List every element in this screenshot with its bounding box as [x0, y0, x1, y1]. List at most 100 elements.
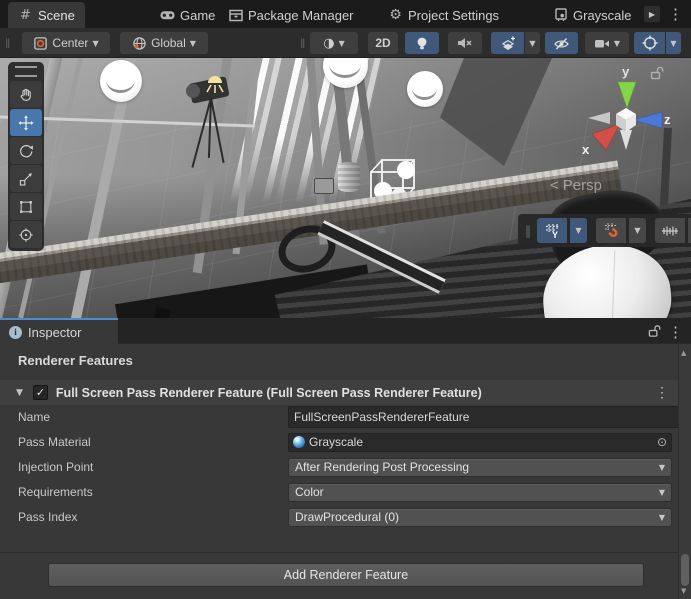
scroll-up-icon[interactable]: ▲ — [681, 349, 686, 357]
snap-to-grid-button[interactable] — [596, 218, 626, 243]
tools-overlay — [8, 62, 44, 251]
scene-view[interactable]: y z x < Persp ‖ Y ▼ ▼ — [0, 58, 691, 318]
requirements-row: Requirements Color ▼ — [0, 481, 691, 503]
injection-point-dropdown[interactable]: After Rendering Post Processing ▼ — [288, 458, 672, 477]
tab-scene-label: Scene — [38, 8, 75, 23]
grid-visibility-dropdown[interactable]: ▼ — [570, 218, 587, 243]
snap-increment-button[interactable] — [655, 218, 685, 243]
gizmos-dropdown[interactable]: ▼ — [666, 32, 681, 54]
chevron-down-icon: ▼ — [670, 39, 676, 48]
light-gizmo-icon — [202, 70, 228, 100]
inspector-scrollbar[interactable]: ▲ ▼ — [678, 344, 691, 599]
2d-toggle-button[interactable]: 2D — [368, 32, 398, 54]
scene-can-object[interactable] — [338, 162, 360, 192]
scale-tool-button[interactable] — [10, 165, 42, 192]
tab-grayscale-label: Grayscale — [573, 8, 632, 23]
view-lock-icon[interactable] — [650, 66, 664, 80]
scene-audio-toggle[interactable] — [448, 32, 482, 54]
tab-package-manager-label: Package Manager — [248, 8, 354, 23]
gizmo-x-label: x — [582, 142, 590, 157]
scroll-down-icon[interactable]: ▼ — [681, 587, 686, 595]
scene-effects-dropdown[interactable]: ▼ — [525, 32, 540, 54]
requirements-value: Color — [295, 485, 324, 499]
feature-enabled-checkbox[interactable]: ✓ — [33, 385, 48, 400]
perspective-toggle[interactable]: < Persp — [550, 177, 602, 194]
inspector-tab-label: Inspector — [28, 325, 81, 340]
add-renderer-feature-button[interactable]: Add Renderer Feature — [48, 563, 644, 587]
chevron-down-icon: ▼ — [634, 226, 640, 235]
tab-game-label: Game — [180, 8, 215, 23]
tab-overflow-button[interactable]: ▶ — [644, 6, 660, 22]
effects-icon — [500, 36, 516, 51]
tab-scene[interactable]: # Scene — [8, 2, 85, 28]
scene-lighting-toggle[interactable] — [405, 32, 439, 54]
kebab-menu-icon: ⋮ — [655, 384, 669, 400]
requirements-dropdown[interactable]: Color ▼ — [288, 483, 672, 502]
scene-effects-toggle[interactable] — [491, 32, 524, 54]
draw-mode-button[interactable]: ◑ ▼ — [310, 32, 358, 54]
tab-game[interactable]: Game — [160, 2, 215, 28]
tripod-leg — [210, 98, 225, 163]
scene-visibility-toggle[interactable] — [545, 32, 578, 54]
pivot-mode-label: Center — [52, 36, 88, 50]
inspector-menu-button[interactable]: ⋮ — [668, 323, 683, 341]
gizmo-y-axis — [618, 82, 636, 108]
hand-icon — [18, 87, 34, 103]
chevron-down-icon: ▼ — [614, 39, 620, 48]
grid-visibility-button[interactable]: Y — [537, 218, 567, 243]
hand-tool-button[interactable] — [10, 81, 42, 108]
pivot-mode-button[interactable]: Center ▼ — [22, 32, 110, 54]
feature-title: Full Screen Pass Renderer Feature (Full … — [56, 386, 482, 400]
pass-index-dropdown[interactable]: DrawProcedural (0) ▼ — [288, 508, 672, 527]
transform-tool-button[interactable] — [10, 221, 42, 248]
feature-header-row[interactable]: ▼ ✓ Full Screen Pass Renderer Feature (F… — [0, 380, 678, 405]
inspector-lock-icon[interactable] — [648, 324, 661, 338]
overlay-drag-handle[interactable] — [15, 66, 37, 77]
rotate-icon — [18, 143, 34, 159]
tab-project-settings[interactable]: ⚙ Project Settings — [388, 2, 499, 28]
scene-small-object[interactable] — [314, 178, 334, 194]
rotate-tool-button[interactable] — [10, 137, 42, 164]
scene-grid-icon: # — [18, 8, 33, 23]
orientation-button[interactable]: Global ▼ — [120, 32, 208, 54]
scene-sphere-gizmo[interactable] — [100, 60, 142, 102]
scene-spotlight[interactable] — [186, 70, 248, 175]
divider — [0, 552, 678, 553]
gizmo-y-label: y — [622, 64, 630, 79]
rect-tool-button[interactable] — [10, 193, 42, 220]
scene-sphere-gizmo[interactable] — [407, 71, 443, 107]
move-tool-button[interactable] — [10, 109, 42, 136]
chevron-down-icon: ▼ — [659, 463, 665, 472]
gizmo-axis-negative — [588, 112, 610, 124]
orientation-label: Global — [151, 36, 186, 50]
foldout-icon[interactable]: ▼ — [16, 388, 23, 398]
spotlight-lens — [186, 84, 200, 98]
inspector-tab-strip: i Inspector ⋮ — [0, 318, 691, 344]
pass-material-value: Grayscale — [309, 435, 363, 449]
gizmos-toggle[interactable] — [634, 32, 665, 54]
feature-menu-button[interactable]: ⋮ — [655, 384, 669, 401]
lightbulb-icon — [415, 36, 429, 51]
scrollbar-thumb[interactable] — [681, 554, 689, 586]
name-input[interactable] — [288, 406, 691, 428]
transform-icon — [18, 227, 34, 243]
pass-material-object-field[interactable]: Grayscale ⊙ — [288, 433, 672, 452]
snap-to-grid-dropdown[interactable]: ▼ — [629, 218, 646, 243]
scene-camera-settings-button[interactable]: ▼ — [585, 32, 629, 54]
kebab-menu-icon: ⋮ — [668, 6, 683, 23]
unity-editor-window: # Scene Game Package Manager ⚙ Project S… — [0, 0, 691, 599]
gizmo-z-axis — [633, 112, 662, 128]
scale-icon — [18, 171, 34, 187]
object-picker-icon[interactable]: ⊙ — [657, 435, 667, 449]
chevron-down-icon: ▼ — [659, 488, 665, 497]
tab-inspector[interactable]: i Inspector — [0, 318, 118, 344]
tab-package-manager[interactable]: Package Manager — [228, 2, 354, 28]
tab-grayscale[interactable]: Grayscale — [553, 2, 641, 28]
gizmo-z-label: z — [664, 112, 671, 127]
tab-bar-menu-button[interactable]: ⋮ — [668, 5, 683, 23]
rect-icon — [18, 199, 34, 215]
chevron-down-icon: ▼ — [529, 39, 535, 48]
injection-point-label: Injection Point — [18, 457, 93, 477]
add-renderer-feature-label: Add Renderer Feature — [284, 568, 408, 582]
pass-index-value: DrawProcedural (0) — [295, 510, 399, 524]
